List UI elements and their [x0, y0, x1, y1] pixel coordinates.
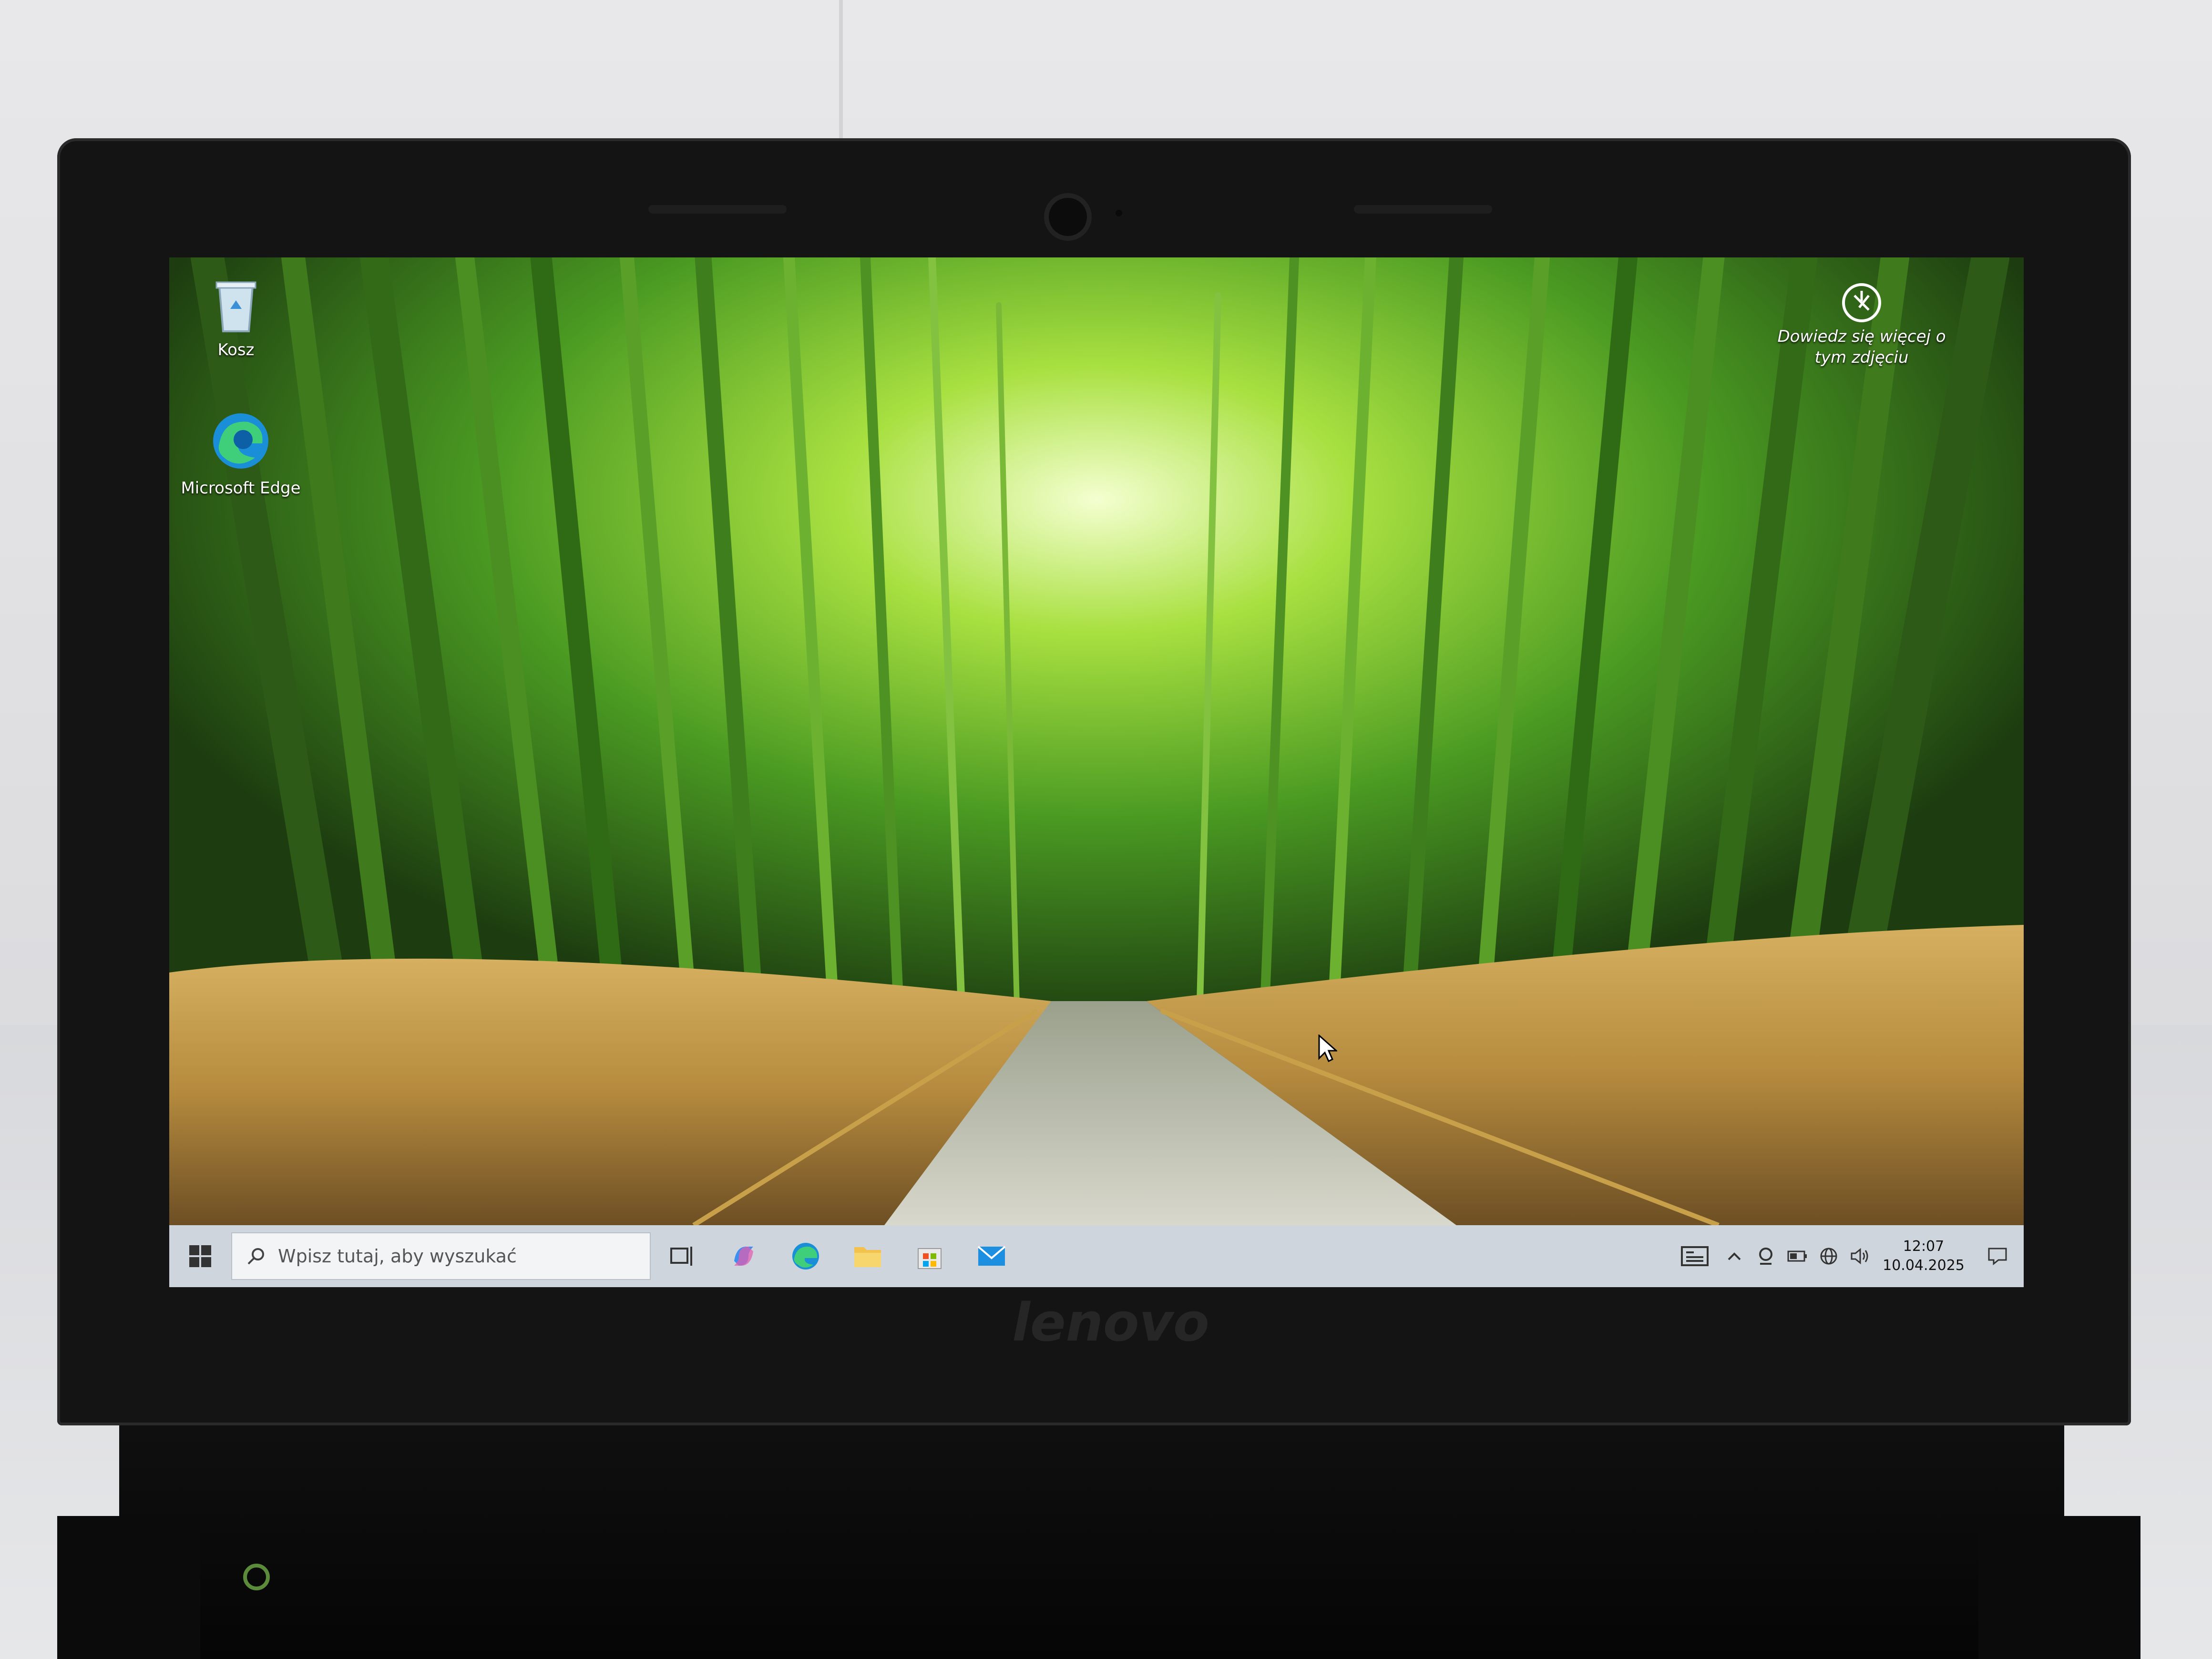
- start-button[interactable]: [169, 1225, 231, 1287]
- desktop-wallpaper: [169, 257, 2024, 1225]
- desktop-icon-label: Kosz: [217, 340, 255, 359]
- edge-taskbar-button[interactable]: [775, 1225, 837, 1287]
- mouse-pointer-icon: [1318, 1034, 1337, 1063]
- clock-date: 10.04.2025: [1883, 1257, 1965, 1274]
- spotlight-info[interactable]: Dowiedz się więcej o tym zdjęciu: [1761, 281, 1962, 368]
- speaker-grille-right: [1354, 205, 1492, 214]
- file-explorer-button[interactable]: [837, 1225, 899, 1287]
- clock-time: 12:07: [1903, 1238, 1945, 1255]
- chevron-up-icon: [1728, 1252, 1741, 1260]
- copilot-button[interactable]: [713, 1225, 775, 1287]
- volume-tray-button[interactable]: [1844, 1225, 1876, 1287]
- screen: Kosz Microsoft Edge Dowiedz się więcej o…: [169, 257, 2024, 1287]
- battery-tray-button[interactable]: [1782, 1225, 1813, 1287]
- power-led-icon: [243, 1564, 270, 1590]
- store-button[interactable]: [899, 1225, 961, 1287]
- mail-button[interactable]: [961, 1225, 1023, 1287]
- laptop-hinge-right: [1978, 1516, 2140, 1659]
- mail-icon: [977, 1246, 1006, 1266]
- taskbar: Wpisz tutaj, aby wyszukać 12:07 10.04.20…: [169, 1225, 2024, 1287]
- network-globe-icon: [1820, 1248, 1837, 1265]
- network-tray-button[interactable]: [1813, 1225, 1844, 1287]
- laptop-hinge-left: [57, 1516, 200, 1659]
- edge-icon: [792, 1243, 819, 1270]
- desktop-icon-label: Microsoft Edge: [181, 479, 301, 498]
- wall-seam: [839, 0, 843, 153]
- brand-logo: lenovo: [1012, 1292, 1209, 1353]
- recycle-bin-icon: [215, 281, 256, 332]
- camera-aperture-icon: [1842, 283, 1881, 322]
- store-icon: [918, 1248, 942, 1269]
- system-tray: 12:07 10.04.2025: [1671, 1225, 2024, 1287]
- copilot-icon: [734, 1247, 753, 1266]
- notifications-button[interactable]: [1971, 1225, 2024, 1287]
- speaker-grille-left: [648, 205, 787, 214]
- spotlight-label-line2: tym zdjęciu: [1814, 348, 1909, 367]
- hidden-icons-button[interactable]: [1719, 1225, 1750, 1287]
- notification-icon: [1988, 1248, 2007, 1266]
- news-widget-button[interactable]: [1671, 1225, 1719, 1287]
- volume-icon: [1851, 1248, 1868, 1265]
- laptop-base: [119, 1411, 2064, 1659]
- webcam-led: [1116, 210, 1122, 216]
- task-view-button[interactable]: [651, 1225, 713, 1287]
- webcam-icon: [1044, 193, 1092, 241]
- desktop-icon-recycle-bin[interactable]: Kosz: [174, 276, 298, 359]
- camera-tray-button[interactable]: [1750, 1225, 1782, 1287]
- task-view-icon: [670, 1247, 692, 1266]
- search-placeholder: Wpisz tutaj, aby wyszukać: [278, 1246, 517, 1267]
- clock[interactable]: 12:07 10.04.2025: [1876, 1237, 1971, 1275]
- battery-icon: [1787, 1250, 1807, 1262]
- spotlight-label-line1: Dowiedz się więcej o: [1777, 327, 1946, 346]
- camera-icon: [1759, 1248, 1772, 1265]
- edge-icon: [213, 413, 268, 469]
- windows-logo-icon: [189, 1245, 211, 1267]
- desktop-icon-edge[interactable]: Microsoft Edge: [179, 410, 303, 498]
- search-icon: [247, 1248, 264, 1265]
- search-box[interactable]: Wpisz tutaj, aby wyszukać: [231, 1232, 651, 1280]
- news-widget-icon: [1681, 1246, 1709, 1266]
- file-explorer-icon: [854, 1247, 881, 1267]
